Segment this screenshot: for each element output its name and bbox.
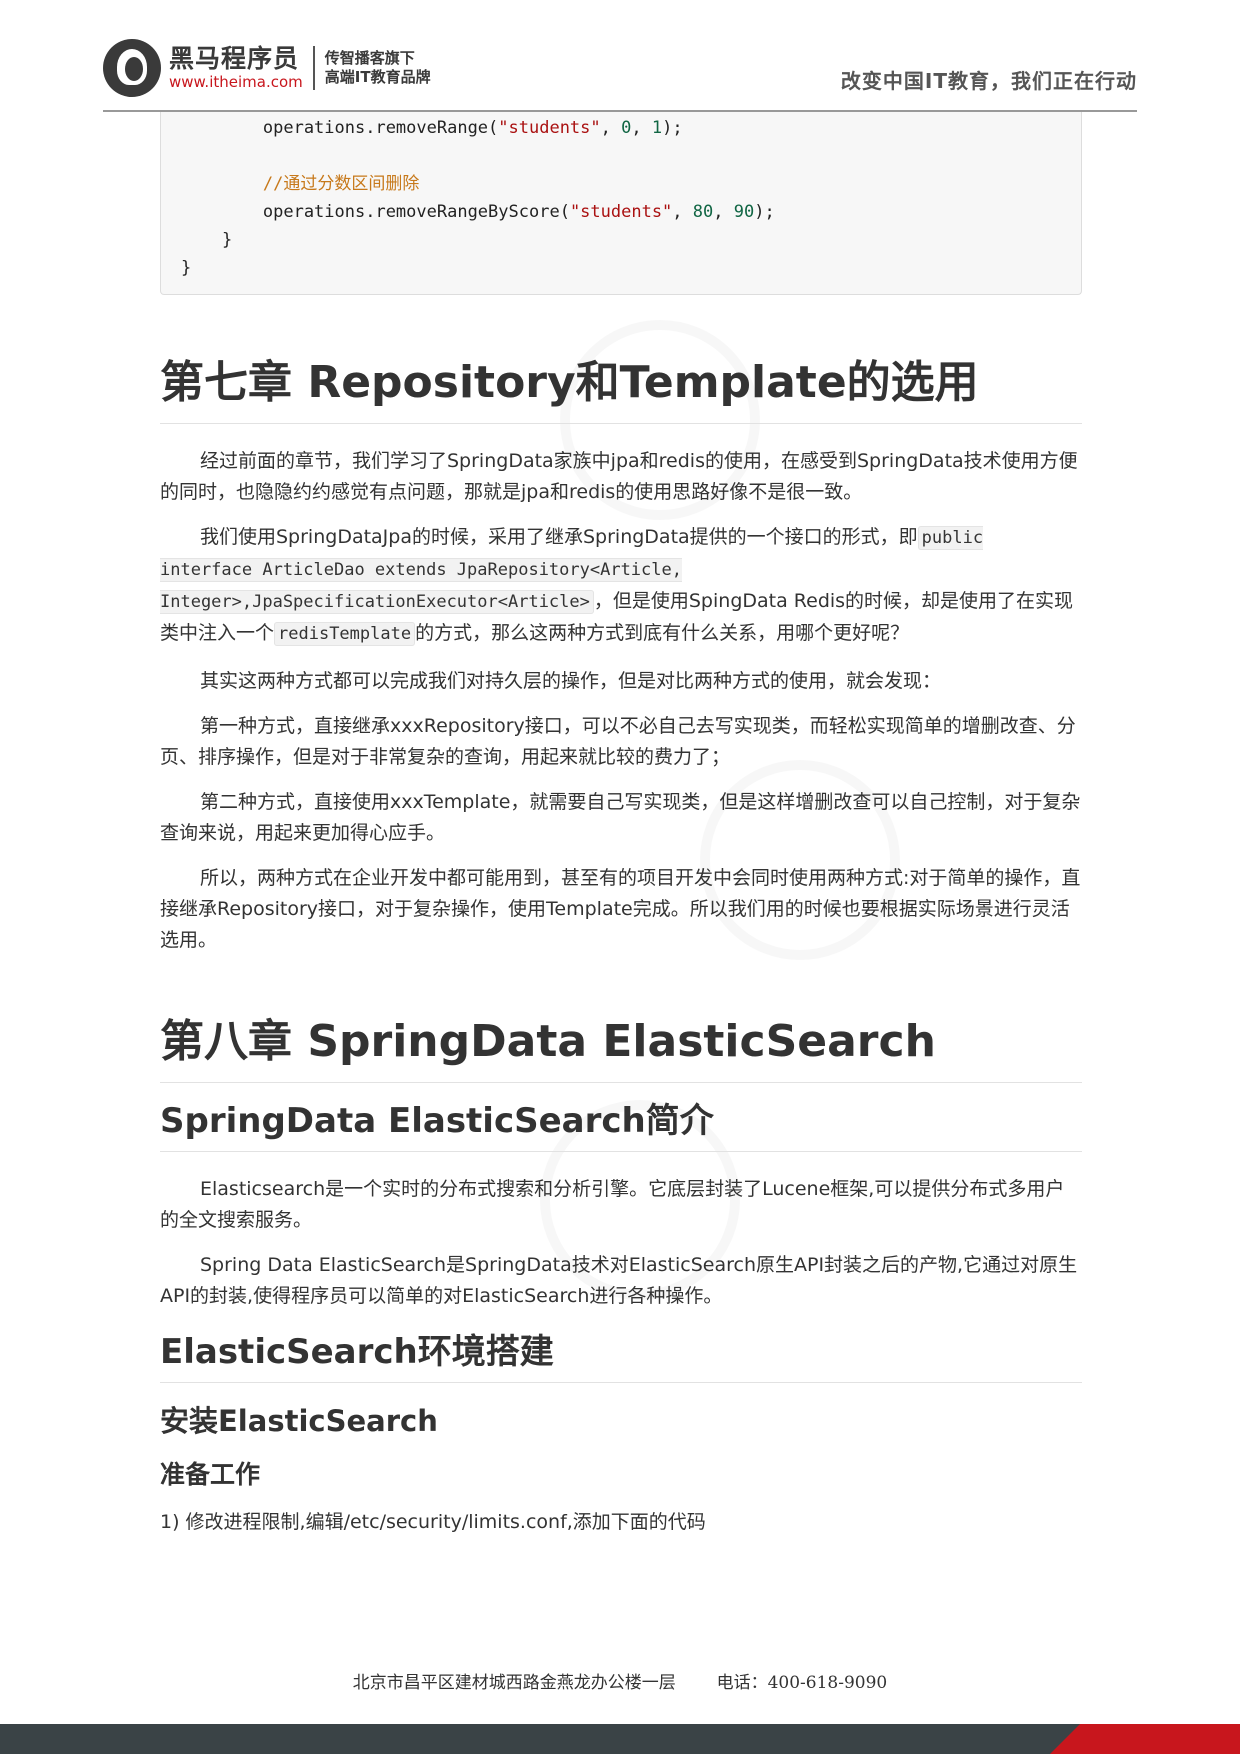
code-text: , xyxy=(600,118,622,138)
code-text: ); xyxy=(754,202,775,222)
code-text: , xyxy=(631,118,652,138)
section-title: SpringData ElasticSearch简介 xyxy=(160,1097,1082,1152)
chapter8-title: 第八章 SpringData ElasticSearch xyxy=(160,1012,1082,1083)
code-block: operations.removeRange("students", 0, 1)… xyxy=(160,112,1082,295)
tagline-line1: 传智播客旗下 xyxy=(324,49,415,67)
paragraph: Elasticsearch是一个实时的分布式搜索和分析引擎。它底层封装了Luce… xyxy=(160,1178,1065,1231)
chapter7-title: 第七章 Repository和Template的选用 xyxy=(160,353,1082,424)
page-footer: 北京市昌平区建材城西路金燕龙办公楼一层 电话：400-618-9090 xyxy=(0,1668,1240,1693)
code-string: "students" xyxy=(498,118,601,138)
code-line: } xyxy=(181,230,233,250)
document-content: operations.removeRange("students", 0, 1)… xyxy=(160,112,1082,1538)
brand-url: www.itheima.com xyxy=(169,73,303,91)
code-number: 0 xyxy=(621,118,632,138)
footer-accent xyxy=(1050,1724,1240,1754)
paragraph-text: 的方式，那么这两种方式到底有什么关系，用哪个更好呢？ xyxy=(415,622,910,644)
paragraph: 我们使用SpringDataJpa的时候，采用了继承SpringData提供的一… xyxy=(160,522,1082,650)
tagline-line2: 高端IT教育品牌 xyxy=(324,68,431,86)
paragraph: 1) 修改进程限制,编辑/etc/security/limits.conf,添加… xyxy=(160,1511,706,1533)
code-text: ); xyxy=(662,118,683,138)
paragraph: 所以，两种方式在企业开发中都可能用到，甚至有的项目开发中会同时使用两种方式:对于… xyxy=(160,867,1081,951)
footer-phone: 电话：400-618-9090 xyxy=(716,1673,888,1693)
paragraph: Spring Data ElasticSearch是SpringData技术对E… xyxy=(160,1254,1078,1307)
paragraph: 第二种方式，直接使用xxxTemplate，就需要自己写实现类，但是这样增删改查… xyxy=(160,791,1081,844)
code-line: operations.removeRangeByScore("students"… xyxy=(181,198,1061,226)
code-line: } xyxy=(181,258,192,278)
section-title: ElasticSearch环境搭建 xyxy=(160,1328,1082,1383)
code-number: 1 xyxy=(651,118,663,138)
subsection-title: 安装ElasticSearch xyxy=(160,1404,438,1438)
code-text: operations.removeRange( xyxy=(181,118,499,138)
code-comment: //通过分数区间删除 xyxy=(181,174,420,194)
brand-logo: 黑马程序员 www.itheima.com 传智播客旗下 高端IT教育品牌 xyxy=(103,38,431,98)
code-text: , xyxy=(713,202,734,222)
code-string: "students" xyxy=(569,202,673,222)
brand-tagline: 传智播客旗下 高端IT教育品牌 xyxy=(325,49,431,87)
brand-name: 黑马程序员 xyxy=(169,44,300,73)
header-slogan: 改变中国IT教育，我们正在行动 xyxy=(840,69,1137,93)
footer-address: 北京市昌平区建材城西路金燕龙办公楼一层 xyxy=(352,1673,676,1693)
paragraph: 经过前面的章节，我们学习了SpringData家族中jpa和redis的使用，在… xyxy=(160,450,1078,503)
subsubsection-title: 准备工作 xyxy=(160,1460,261,1489)
code-line: operations.removeRange("students", 0, 1)… xyxy=(181,114,1061,142)
page-header: 黑马程序员 www.itheima.com 传智播客旗下 高端IT教育品牌 改变… xyxy=(103,30,1137,112)
code-number: 80 xyxy=(692,202,714,222)
code-number: 90 xyxy=(733,202,755,222)
brand-text: 黑马程序员 www.itheima.com xyxy=(169,44,303,92)
horse-logo-icon xyxy=(103,39,161,97)
paragraph: 其实这两种方式都可以完成我们对持久层的操作，但是对比两种方式的使用，就会发现： xyxy=(200,670,942,692)
footer-bar xyxy=(0,1724,1240,1754)
paragraph: 第一种方式，直接继承xxxRepository接口，可以不必自己去写实现类，而轻… xyxy=(160,715,1076,768)
code-text: operations.removeRangeByScore( xyxy=(181,202,570,222)
logo-divider xyxy=(312,46,315,90)
inline-code: redisTemplate xyxy=(274,622,416,646)
paragraph-text: 我们使用SpringDataJpa的时候，采用了继承SpringData提供的一… xyxy=(200,526,918,548)
code-text: , xyxy=(672,202,693,222)
